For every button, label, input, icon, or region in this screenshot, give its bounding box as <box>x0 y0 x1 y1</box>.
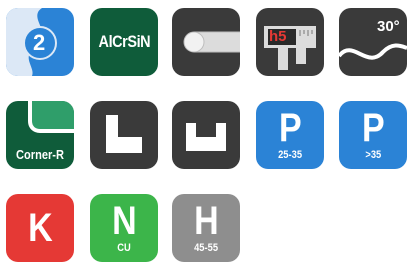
material-n-cu-icon: N CU <box>90 194 158 262</box>
material-p-range: 25-35 <box>278 149 302 161</box>
slot-profile-icon <box>172 101 240 169</box>
coating-2-icon: 2 <box>6 8 74 76</box>
material-p-25-35-icon: P 25-35 <box>256 101 324 169</box>
corner-r-label: Corner-R <box>16 147 64 162</box>
material-k-letter: K <box>27 206 53 250</box>
helix-angle-label: 30° <box>377 18 400 35</box>
material-h-range: 45-55 <box>194 242 218 254</box>
coating-2-label: 2 <box>33 30 46 55</box>
material-p-letter: P <box>278 106 302 150</box>
alcrsin-coating-icon: AlCrSiN <box>90 8 158 76</box>
h5-label: h5 <box>269 28 287 45</box>
material-n-range: CU <box>117 242 131 254</box>
material-h-45-55-icon: H 45-55 <box>172 194 240 262</box>
material-n-letter: N <box>111 199 137 243</box>
shoulder-graphic <box>106 115 142 153</box>
round-bar-icon <box>172 8 240 76</box>
material-p-over-35-icon: P >35 <box>339 101 407 169</box>
helix-angle-icon: 30° <box>339 8 407 76</box>
material-p-range: >35 <box>365 149 381 161</box>
corner-radius-icon: Corner-R <box>6 101 74 169</box>
alcrsin-label: AlCrSiN <box>98 32 150 51</box>
caliper-tolerance-icon: h5 <box>256 8 324 76</box>
material-h-letter: H <box>193 199 219 243</box>
caliper-graphic <box>264 26 316 70</box>
slot-graphic <box>186 123 226 151</box>
material-p-letter: P <box>361 106 385 150</box>
round-bar-graphic <box>183 31 240 53</box>
shoulder-profile-icon <box>90 101 158 169</box>
material-k-icon: K <box>6 194 74 262</box>
